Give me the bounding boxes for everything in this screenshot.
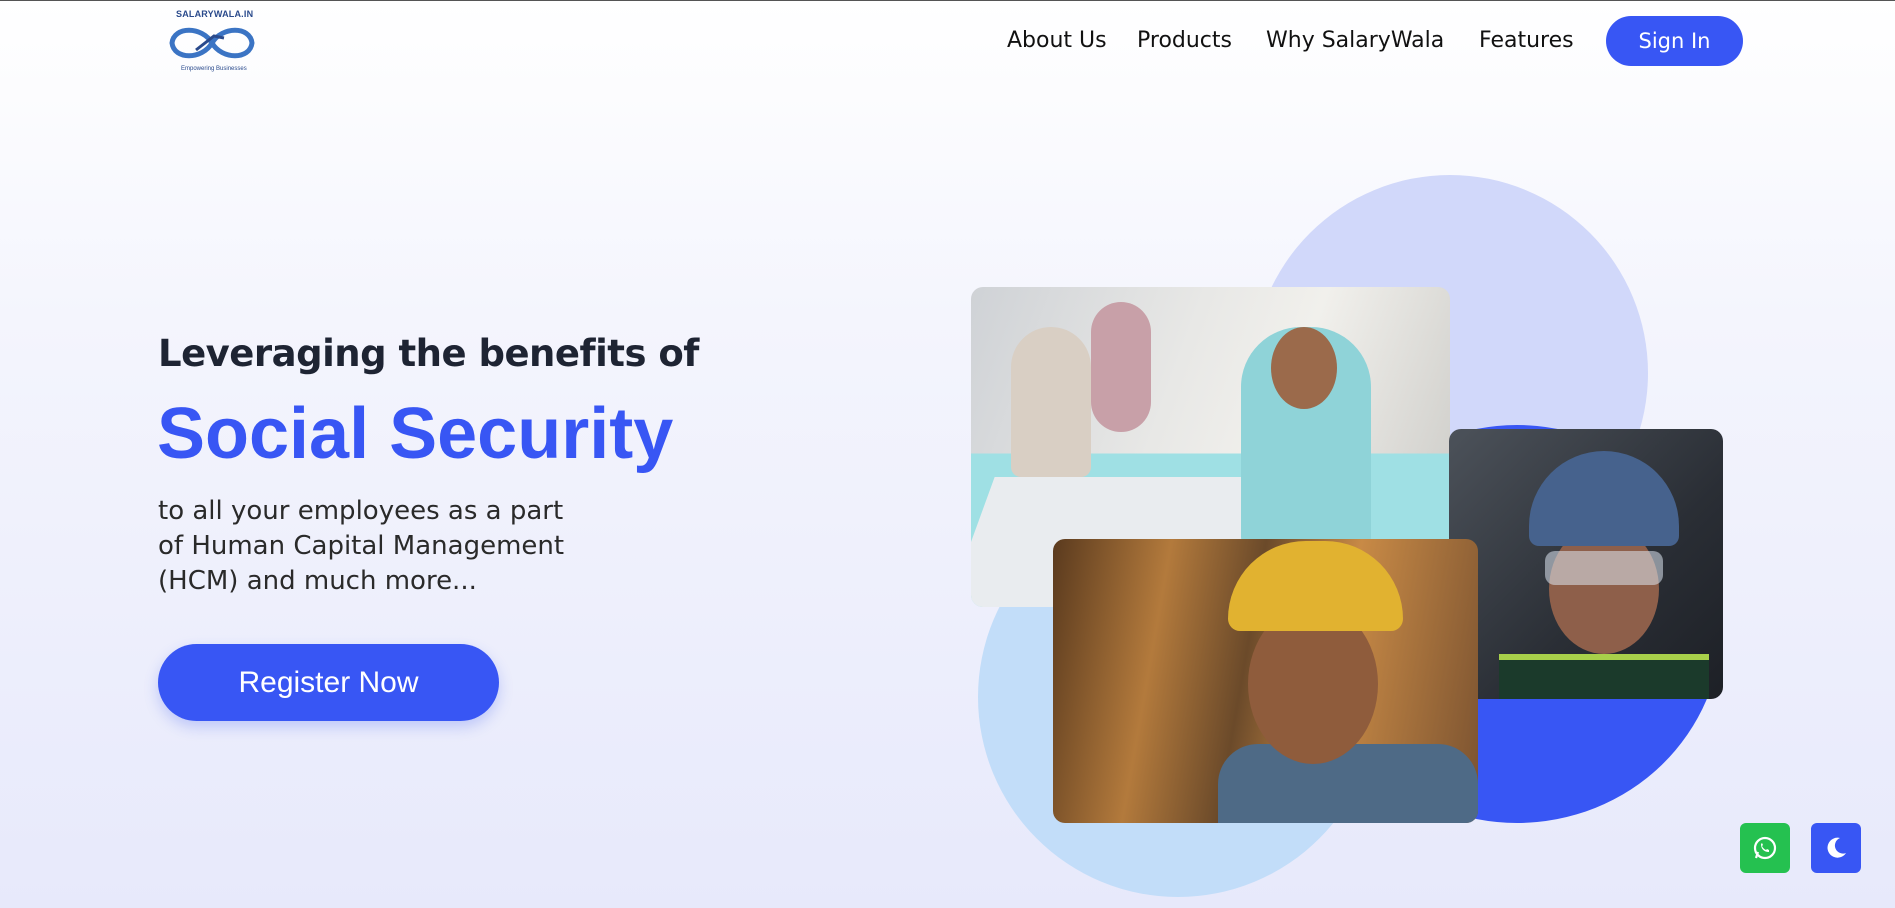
infinity-logo-icon: [169, 27, 255, 59]
female-worker-helmet-photo: [1449, 429, 1723, 699]
hero-title: Social Security: [157, 394, 674, 474]
photo-person-shape: [1011, 327, 1091, 477]
whatsapp-icon: [1753, 836, 1777, 860]
hero-lead: Leveraging the benefits of: [158, 332, 699, 375]
photo-helmet-shape: [1529, 451, 1679, 546]
moon-icon: [1827, 837, 1846, 858]
hero-description: to all your employees as a part of Human…: [158, 494, 588, 599]
whatsapp-button[interactable]: [1740, 823, 1790, 873]
photo-head-shape: [1271, 327, 1337, 409]
construction-worker-photo: [1053, 539, 1478, 823]
top-border: [0, 0, 1895, 1]
logo-text: SALARYWALA.IN: [176, 9, 254, 19]
nav-features[interactable]: Features: [1479, 28, 1574, 53]
nav-products[interactable]: Products: [1137, 28, 1232, 53]
dark-mode-toggle[interactable]: [1811, 823, 1861, 873]
photo-vest-shape: [1499, 654, 1709, 699]
nav-about-us[interactable]: About Us: [1007, 28, 1107, 53]
hero-description-line: to all your employees as a part: [158, 496, 564, 526]
nav-why-salarywala[interactable]: Why SalaryWala: [1266, 28, 1444, 53]
sign-in-button[interactable]: Sign In: [1606, 16, 1743, 66]
photo-person-shape: [1091, 302, 1151, 432]
hero-description-line: (HCM) and much more...: [158, 566, 477, 596]
photo-glasses-shape: [1545, 551, 1663, 585]
photo-helmet-shape: [1228, 541, 1403, 631]
photo-shirt-shape: [1218, 744, 1478, 823]
logo-tagline: Empowering Businesses: [181, 66, 247, 72]
register-now-button[interactable]: Register Now: [158, 644, 499, 721]
logo[interactable]: SALARYWALA.IN Empowering Businesses: [164, 6, 264, 78]
hero-description-line: of Human Capital Management: [158, 531, 565, 561]
